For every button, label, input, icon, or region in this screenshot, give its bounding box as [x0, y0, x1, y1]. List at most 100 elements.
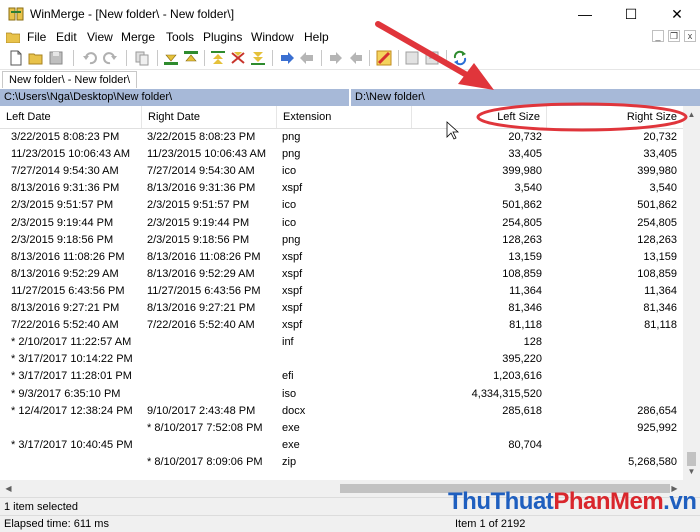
cell-extension: exe	[282, 438, 300, 451]
table-row[interactable]: 7/22/2016 5:52:40 AM 7/22/2016 5:52:40 AM…	[0, 317, 683, 334]
menu-tools[interactable]: Tools	[166, 30, 194, 44]
cell-left-size: 128,263	[502, 233, 542, 246]
expand-icon[interactable]	[404, 50, 420, 66]
current-difference-icon[interactable]	[230, 50, 246, 66]
menu-window[interactable]: Window	[251, 30, 294, 44]
close-button[interactable]: ✕	[654, 0, 700, 28]
cell-left-size: 80,704	[508, 438, 542, 451]
table-row[interactable]: * 3/17/2017 11:28:01 PM efi 1,203,616	[0, 368, 683, 385]
cell-extension: xspf	[282, 182, 303, 195]
next-difference-icon[interactable]	[163, 50, 179, 66]
menu-merge[interactable]: Merge	[121, 30, 155, 44]
cell-left-date: 3/22/2015 8:08:23 PM	[11, 131, 120, 143]
table-row[interactable]: * 3/17/2017 10:40:45 PM exe 80,704	[0, 437, 683, 454]
table-row[interactable]: 11/27/2015 6:43:56 PM 11/27/2015 6:43:56 …	[0, 283, 683, 300]
cell-right-date: 11/23/2015 10:06:43 AM	[147, 148, 267, 161]
copy-right-icon[interactable]	[279, 50, 295, 66]
table-row[interactable]: * 12/4/2017 12:38:24 PM 9/10/2017 2:43:48…	[0, 403, 683, 420]
elapsed-time: Elapsed time: 611 ms	[4, 518, 109, 530]
cell-left-size: 395,220	[502, 353, 542, 366]
copy-left-advance-icon[interactable]	[348, 50, 364, 66]
copy-right-advance-icon[interactable]	[328, 50, 344, 66]
first-difference-icon[interactable]	[210, 50, 226, 66]
cell-extension: iso	[282, 387, 297, 400]
table-row[interactable]: * 8/10/2017 7:52:08 PM exe 925,992	[0, 420, 683, 437]
cell-left-date: * 12/4/2017 12:38:24 PM	[11, 404, 133, 417]
cell-extension: xspf	[282, 302, 303, 314]
scroll-down-icon[interactable]: ▼	[683, 463, 700, 480]
document-tab-bar: New folder\ - New folder\	[0, 70, 700, 88]
cell-right-size: 254,805	[637, 216, 677, 229]
mdi-minimize-button[interactable]: _	[652, 30, 664, 42]
column-header-left-size[interactable]: Left Size	[412, 106, 547, 128]
status-bar-info: Elapsed time: 611 ms Item 1 of 2192	[0, 515, 700, 532]
table-row[interactable]: 2/3/2015 9:18:56 PM 2/3/2015 9:18:56 PM pn…	[0, 232, 683, 249]
cell-left-size: 254,805	[502, 216, 542, 229]
refresh-icon[interactable]	[452, 50, 468, 66]
last-difference-icon[interactable]	[250, 50, 266, 66]
tab-compare[interactable]: New folder\ - New folder\	[2, 71, 138, 88]
maximize-button[interactable]: ☐	[608, 0, 654, 28]
cell-left-date: * 3/17/2017 11:28:01 PM	[11, 370, 132, 383]
mdi-close-button[interactable]: x	[684, 30, 696, 42]
scroll-left-icon[interactable]: ◀	[0, 480, 17, 497]
table-row[interactable]: 7/27/2014 9:54:30 AM 7/27/2014 9:54:30 AM…	[0, 163, 683, 180]
cell-left-date: * 3/17/2017 10:40:45 PM	[11, 438, 133, 451]
copy-icon[interactable]	[134, 50, 150, 66]
vertical-scrollbar[interactable]: ▲ ▼	[683, 106, 700, 480]
collapse-icon[interactable]	[424, 50, 440, 66]
scroll-up-icon[interactable]: ▲	[683, 106, 700, 123]
item-position: Item 1 of 2192	[455, 518, 526, 530]
table-row[interactable]: * 3/17/2017 10:14:22 PM 395,220	[0, 351, 683, 368]
prev-difference-icon[interactable]	[183, 50, 199, 66]
undo-icon[interactable]	[82, 50, 98, 66]
selection-status: 1 item selected	[4, 501, 78, 513]
new-document-icon[interactable]	[8, 50, 24, 66]
menu-plugins[interactable]: Plugins	[203, 30, 242, 44]
save-icon[interactable]	[48, 50, 64, 66]
table-row[interactable]: * 2/10/2017 11:22:57 AM inf 128	[0, 334, 683, 351]
cell-right-size: 501,862	[637, 199, 677, 212]
table-row[interactable]: 3/22/2015 8:08:23 PM 3/22/2015 8:08:23 PM…	[0, 129, 683, 146]
menu-view[interactable]: View	[87, 30, 113, 44]
table-row[interactable]: 8/13/2016 9:52:29 AM 8/13/2016 9:52:29 AM…	[0, 266, 683, 283]
cell-right-date: 7/22/2016 5:52:40 AM	[147, 319, 255, 332]
menu-help[interactable]: Help	[304, 30, 329, 44]
open-folder-icon[interactable]	[28, 50, 44, 66]
column-header-extension[interactable]: Extension	[277, 106, 412, 128]
watermark-part-1: ThuThuat	[448, 488, 554, 515]
minimize-button[interactable]: —	[562, 0, 608, 28]
winmerge-app-icon	[8, 7, 24, 21]
cell-right-date: * 8/10/2017 7:52:08 PM	[147, 421, 263, 434]
mdi-controls: _ ❐ x	[652, 30, 696, 42]
cell-right-size: 11,364	[644, 284, 677, 297]
cell-left-size: 501,862	[502, 199, 542, 212]
table-row[interactable]: * 8/10/2017 8:09:06 PM zip 5,268,580	[0, 454, 683, 471]
cell-left-date: * 3/17/2017 10:14:22 PM	[11, 353, 133, 366]
table-row[interactable]: 2/3/2015 9:51:57 PM 2/3/2015 9:51:57 PM ic…	[0, 197, 683, 214]
column-header-right-date[interactable]: Right Date	[142, 106, 277, 128]
cell-extension: xspf	[282, 319, 303, 332]
mdi-restore-button[interactable]: ❐	[668, 30, 680, 42]
watermark-part-3: .vn	[663, 488, 697, 515]
column-header-left-date[interactable]: Left Date	[0, 106, 142, 128]
table-row[interactable]: 11/23/2015 10:06:43 AM 11/23/2015 10:06:4…	[0, 146, 683, 163]
cell-left-size: 1,203,616	[493, 370, 542, 383]
table-row[interactable]: 8/13/2016 11:08:26 PM 8/13/2016 11:08:26 …	[0, 249, 683, 266]
table-row[interactable]: 8/13/2016 9:27:21 PM 8/13/2016 9:27:21 PM…	[0, 300, 683, 317]
watermark-logo: ThuThuatPhanMem.vn	[448, 488, 697, 516]
table-row[interactable]: * 9/3/2017 6:35:10 PM iso 4,334,315,520	[0, 386, 683, 403]
toolbar-separator	[126, 50, 127, 66]
menu-file[interactable]: File	[27, 30, 46, 44]
cell-right-date: 9/10/2017 2:43:48 PM	[147, 404, 256, 417]
menu-edit[interactable]: Edit	[56, 30, 77, 44]
toolbar-separator	[157, 50, 158, 66]
table-row[interactable]: 8/13/2016 9:31:36 PM 8/13/2016 9:31:36 PM…	[0, 180, 683, 197]
column-header-right-size[interactable]: Right Size	[547, 106, 683, 128]
redo-icon[interactable]	[102, 50, 118, 66]
options-icon[interactable]	[376, 50, 392, 66]
copy-left-icon[interactable]	[299, 50, 315, 66]
cell-left-date: 8/13/2016 9:52:29 AM	[11, 267, 119, 280]
folder-icon	[6, 32, 20, 43]
table-row[interactable]: 2/3/2015 9:19:44 PM 2/3/2015 9:19:44 PM ic…	[0, 215, 683, 232]
